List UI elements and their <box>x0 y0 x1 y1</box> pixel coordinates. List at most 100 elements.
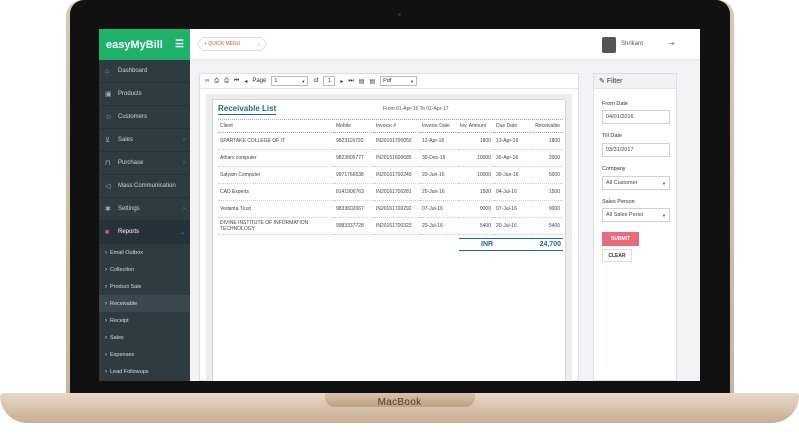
cell-invoice-date: 20-Jun-16 <box>420 166 458 184</box>
last-page-icon[interactable]: ⏭ <box>348 78 353 85</box>
filter-header: ✎ Filter <box>594 74 676 89</box>
device-brand: MacBook <box>377 397 422 408</box>
quick-menu-button[interactable]: + QUICK MENU ⌄ <box>198 37 266 51</box>
briefcase-icon: ■ <box>105 228 110 236</box>
col-due-date: Due Date <box>494 120 530 133</box>
cell-client: Satyam Computer <box>218 166 334 184</box>
chevron-right-icon: › <box>183 137 185 143</box>
sidebar: easyMyBill ☰ ⌂ Dashboard ▣ Products ☺ Cu… <box>99 29 190 381</box>
sidebar-subitem-sales[interactable]: › Sales <box>99 329 190 346</box>
sales-person-select[interactable]: All Sales Perso ▼ <box>602 208 670 222</box>
bag-icon: ⊓ <box>105 160 111 167</box>
cell-invoice: IN20161700240 <box>374 166 420 184</box>
cell-invoice: IN20161700281 <box>374 183 420 201</box>
sidebar-subitem-label: Email Outbox <box>110 249 144 256</box>
top-bar: + QUICK MENU ⌄ Shrikant ⇥ <box>190 29 700 60</box>
sidebar-item-dashboard[interactable]: ⌂ Dashboard <box>99 60 190 83</box>
cell-due-date: 13-Apr-16 <box>494 132 530 150</box>
sales-person-label: Sales Person <box>602 199 635 205</box>
chevron-down-icon: ⌄ <box>179 229 185 236</box>
report-total: INR 24,700 <box>459 238 563 251</box>
sidebar-item-label: Customers <box>118 114 148 120</box>
till-date-field[interactable]: 03/31/2017 <box>602 143 670 157</box>
sidebar-item-customers[interactable]: ☺ Customers <box>99 106 190 129</box>
col-invoice: Invoice # <box>374 120 420 133</box>
clear-button[interactable]: CLEAR <box>602 249 632 262</box>
cell-due-date: 20-Jul-16 <box>494 217 530 235</box>
page-label: Page <box>252 78 267 84</box>
col-inv-amount: Inv. Amount <box>458 120 494 133</box>
cell-mobile: 9823116792 <box>334 132 374 150</box>
sidebar-subitem-label: Receipt <box>110 317 129 324</box>
filter-panel: ✎ Filter From Date 04/01/2016 Till Date … <box>593 73 677 381</box>
cell-inv-amount: 1800 <box>458 132 494 150</box>
cell-invoice-date: 07-Jul-16 <box>420 200 458 218</box>
binoculars-icon[interactable]: ∞ <box>205 78 209 84</box>
screen: easyMyBill ☰ ⌂ Dashboard ▣ Products ☺ Cu… <box>99 29 700 381</box>
sidebar-item-mass-communication[interactable]: ◁ Mass Communication <box>99 175 190 198</box>
cell-invoice: IN20151600685 <box>374 149 420 167</box>
menu-toggle-icon[interactable]: ☰ <box>175 39 184 50</box>
cart-icon: ⊻ <box>105 137 111 144</box>
cell-mobile: 9971766538 <box>334 166 374 184</box>
company-select[interactable]: All Customer ▼ <box>602 176 670 190</box>
export-format-select[interactable]: Pdf ▼ <box>380 76 418 86</box>
camera-icon <box>398 13 401 16</box>
next-page-icon[interactable]: ▸ <box>340 78 343 85</box>
sidebar-item-sales[interactable]: ⊻ Sales › <box>99 129 190 152</box>
arrow-right-icon: › <box>105 300 107 307</box>
sidebar-subitem-receivable[interactable]: › Receivable <box>99 295 190 312</box>
app-logo[interactable]: easyMyBill ☰ <box>99 29 190 60</box>
avatar[interactable] <box>602 37 616 53</box>
sales-person-value: All Sales Perso <box>606 212 644 218</box>
sidebar-item-reports[interactable]: ■ Reports ⌄ <box>99 221 190 244</box>
user-name[interactable]: Shrikant <box>621 41 643 47</box>
sidebar-subitem-label: Receivable <box>110 300 138 307</box>
export-icon[interactable]: ▤ <box>369 78 375 85</box>
first-page-icon[interactable]: ⏮ <box>234 78 239 85</box>
table-row: Satyam Computer 9971766538 IN20161700240… <box>218 166 563 184</box>
box-icon: ▣ <box>105 91 112 98</box>
sidebar-subitem-collection[interactable]: › Collection <box>99 261 190 278</box>
chevron-down-icon: ▼ <box>410 78 415 84</box>
save-icon[interactable]: ▤ <box>359 78 365 85</box>
sidebar-item-products[interactable]: ▣ Products <box>99 83 190 106</box>
cell-receivable: 2000 <box>530 149 563 167</box>
print-preview-icon[interactable]: ⎙ <box>224 78 229 85</box>
from-date-label: From Date <box>602 101 628 107</box>
cell-mobile: 8141906763 <box>334 183 374 201</box>
cell-due-date: 30-Apr-16 <box>494 149 530 167</box>
chevron-down-icon: ⌄ <box>256 41 261 47</box>
sidebar-subitem-label: Sales <box>110 334 124 341</box>
print-icon[interactable]: ⎙ <box>214 78 219 85</box>
prev-page-icon[interactable]: ◂ <box>244 78 247 85</box>
arrow-right-icon: › <box>105 249 107 256</box>
table-row: DIVINE INSTITUTE OF INFORMATION TECHNOLO… <box>218 217 563 235</box>
sidebar-subitem-lead-followups[interactable]: › Lead Followups <box>99 363 190 380</box>
page-select[interactable]: 1 ▼ <box>271 76 309 86</box>
report-date-range: From 01-Apr-16 To 01-Apr-17 <box>383 106 449 112</box>
sidebar-subitem-email-outbox[interactable]: › Email Outbox <box>99 244 190 261</box>
cell-client: SPARTAKE COLLEGE OF IT <box>218 132 334 150</box>
sidebar-item-settings[interactable]: ✱ Settings › <box>99 198 190 221</box>
cell-invoice: IN20161700292 <box>374 200 420 218</box>
sidebar-subitem-expenses[interactable]: › Expenses <box>99 346 190 363</box>
report-viewer: ∞ ⎙ ⎙ ⏮ ◂ Page 1 ▼ of 1 ▸ ⏭ ▤ ▤ Pdf ▼ Re… <box>199 73 579 381</box>
submit-button[interactable]: SUBMIT <box>602 232 639 246</box>
chevron-right-icon: › <box>183 206 185 212</box>
sidebar-item-purchase[interactable]: ⊓ Purchase › <box>99 152 190 175</box>
logout-icon[interactable]: ⇥ <box>668 39 675 48</box>
arrow-right-icon: › <box>105 283 107 290</box>
cell-client: Atharv computer <box>218 149 334 167</box>
from-date-field[interactable]: 04/01/2016 <box>602 110 670 124</box>
sidebar-subitem-label: Expenses <box>110 351 135 358</box>
report-title: Receivable List <box>218 104 277 115</box>
cell-inv-amount: 9000 <box>458 200 494 218</box>
sidebar-subitem-receipt[interactable]: › Receipt <box>99 312 190 329</box>
gear-icon: ✱ <box>105 206 111 213</box>
cell-invoice-date: 20-Jun-16 <box>420 183 458 201</box>
cell-receivable: 1800 <box>530 132 563 150</box>
sidebar-subitem-product-sale[interactable]: › Product Sale <box>99 278 190 295</box>
company-value: All Customer <box>606 180 638 186</box>
till-date-label: Till Date <box>602 133 622 139</box>
